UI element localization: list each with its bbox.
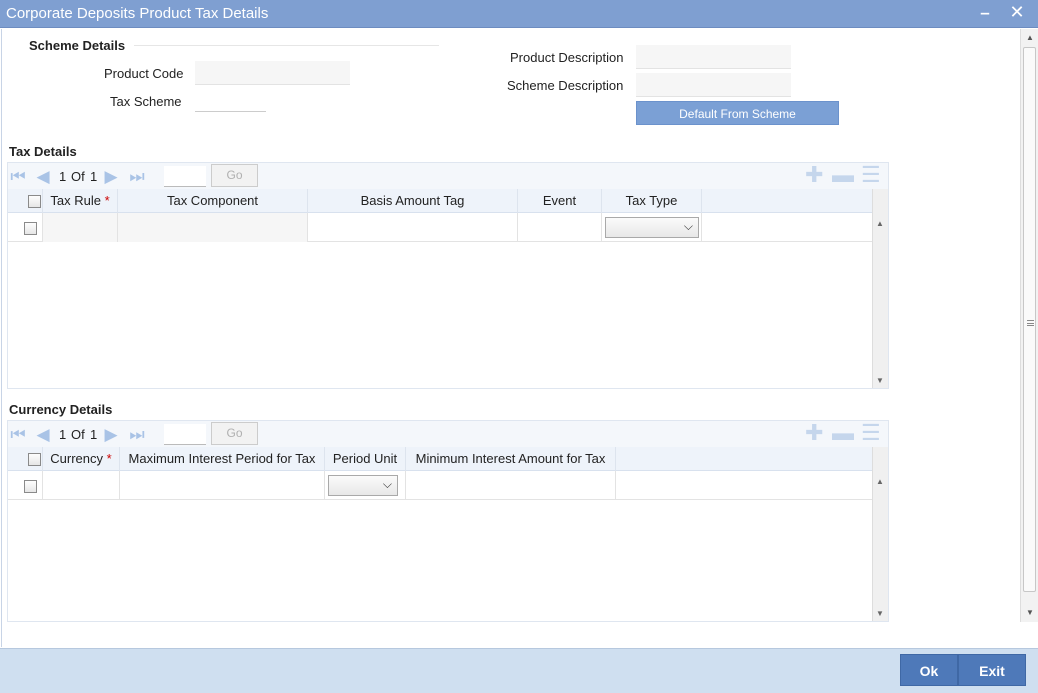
- product-description-field[interactable]: [636, 45, 791, 69]
- first-page-icon[interactable]: ⏮: [8, 425, 28, 445]
- ok-button[interactable]: Ok: [900, 654, 958, 686]
- tax-scheme-field[interactable]: [195, 88, 266, 112]
- tax-details-heading: Tax Details: [9, 144, 77, 159]
- page-number-input[interactable]: [164, 166, 206, 187]
- row-select-cell: [8, 213, 43, 242]
- page-of: Of: [71, 169, 85, 184]
- col-tax-rule: Tax Rule *: [43, 189, 118, 213]
- section-divider: [134, 45, 439, 46]
- tax-grid-navigation: ⏮ ◀ 1 Of 1 ▶ ⏭ Go ✚ ▬ ☰: [8, 163, 888, 189]
- scroll-up-icon[interactable]: ▲: [876, 477, 884, 486]
- first-page-icon[interactable]: ⏮: [8, 167, 28, 187]
- page-number-input[interactable]: [164, 424, 206, 445]
- grip-icon: [1027, 320, 1034, 326]
- minimize-icon[interactable]: –: [978, 3, 992, 23]
- row-select-cell: [8, 471, 43, 500]
- next-page-icon[interactable]: ▶: [101, 425, 121, 445]
- tax-component-cell[interactable]: [118, 213, 308, 242]
- chevron-down-icon: ⌵: [683, 219, 693, 233]
- chevron-down-icon: ⌵: [382, 477, 392, 491]
- product-code-field[interactable]: [195, 61, 350, 85]
- tax-rule-cell[interactable]: [43, 213, 118, 242]
- col-currency: Currency *: [43, 447, 120, 471]
- col-event: Event: [518, 189, 602, 213]
- row-checkbox[interactable]: [24, 480, 37, 493]
- add-row-icon[interactable]: ✚: [805, 164, 823, 186]
- currency-details-heading: Currency Details: [9, 402, 113, 417]
- tax-type-select[interactable]: ⌵: [605, 217, 699, 238]
- tax-type-cell: ⌵: [602, 213, 702, 242]
- col-tax-type: Tax Type: [602, 189, 702, 213]
- col-tax-component: Tax Component: [118, 189, 308, 213]
- title-bar: Corporate Deposits Product Tax Details –…: [0, 0, 1038, 28]
- page-total: 1: [90, 169, 98, 184]
- row-checkbox[interactable]: [24, 222, 37, 235]
- select-all-cell: [8, 447, 43, 471]
- delete-row-icon[interactable]: ▬: [832, 164, 854, 186]
- scroll-up-icon[interactable]: ▲: [1025, 33, 1035, 43]
- currency-cell[interactable]: [43, 471, 120, 500]
- scroll-thumb[interactable]: [1023, 47, 1036, 592]
- go-button[interactable]: Go: [211, 422, 258, 445]
- page-total: 1: [90, 427, 98, 442]
- currency-grid-navigation: ⏮ ◀ 1 Of 1 ▶ ⏭ Go ✚ ▬ ☰: [8, 421, 888, 447]
- select-all-cell: [8, 189, 43, 213]
- col-period-unit: Period Unit: [325, 447, 406, 471]
- window-title: Corporate Deposits Product Tax Details: [6, 5, 269, 22]
- scheme-description-field[interactable]: [636, 73, 791, 97]
- tax-grid-scrollbar[interactable]: ▲ ▼: [872, 189, 888, 388]
- go-button[interactable]: Go: [211, 164, 258, 187]
- single-view-icon[interactable]: ☰: [861, 422, 881, 444]
- table-row: ⌵: [8, 471, 872, 500]
- tax-scheme-label: Tax Scheme: [110, 94, 182, 109]
- col-basis-amount-tag: Basis Amount Tag: [308, 189, 518, 213]
- scroll-down-icon[interactable]: ▼: [876, 376, 884, 385]
- next-page-icon[interactable]: ▶: [101, 167, 121, 187]
- period-unit-select[interactable]: ⌵: [328, 475, 398, 496]
- event-cell[interactable]: [518, 213, 602, 242]
- product-code-label: Product Code: [104, 66, 184, 81]
- scroll-up-icon[interactable]: ▲: [876, 219, 884, 228]
- last-page-icon[interactable]: ⏭: [127, 167, 147, 187]
- close-icon[interactable]: ✕: [1008, 2, 1026, 22]
- page-current: 1: [59, 427, 67, 442]
- page-current: 1: [59, 169, 67, 184]
- scroll-down-icon[interactable]: ▼: [876, 609, 884, 618]
- product-description-label: Product Description: [510, 50, 624, 65]
- scroll-down-icon[interactable]: ▼: [1025, 608, 1035, 618]
- single-view-icon[interactable]: ☰: [861, 164, 881, 186]
- col-max-interest-period: Maximum Interest Period for Tax: [120, 447, 325, 471]
- currency-grid-header: Currency * Maximum Interest Period for T…: [8, 447, 872, 471]
- period-unit-cell: ⌵: [325, 471, 406, 500]
- window-scrollbar[interactable]: ▲ ▼: [1020, 29, 1038, 622]
- min-interest-amount-cell[interactable]: [406, 471, 616, 500]
- tax-details-grid: ⏮ ◀ 1 Of 1 ▶ ⏭ Go ✚ ▬ ☰ Tax Rule * Tax C…: [7, 162, 889, 389]
- max-interest-period-cell[interactable]: [120, 471, 325, 500]
- page-of: Of: [71, 427, 85, 442]
- select-all-checkbox[interactable]: [28, 195, 41, 208]
- prev-page-icon[interactable]: ◀: [33, 425, 53, 445]
- tax-grid-header: Tax Rule * Tax Component Basis Amount Ta…: [8, 189, 872, 213]
- exit-button[interactable]: Exit: [958, 654, 1026, 686]
- last-page-icon[interactable]: ⏭: [127, 425, 147, 445]
- scheme-description-label: Scheme Description: [507, 78, 624, 93]
- delete-row-icon[interactable]: ▬: [832, 422, 854, 444]
- default-from-scheme-button[interactable]: Default From Scheme: [636, 101, 839, 125]
- footer-bar: Ok Exit: [0, 648, 1038, 693]
- currency-grid-scrollbar[interactable]: ▲ ▼: [872, 447, 888, 621]
- add-row-icon[interactable]: ✚: [805, 422, 823, 444]
- basis-amount-tag-cell[interactable]: [308, 213, 518, 242]
- prev-page-icon[interactable]: ◀: [33, 167, 53, 187]
- scheme-details-heading: Scheme Details: [29, 38, 126, 53]
- select-all-checkbox[interactable]: [28, 453, 41, 466]
- col-min-interest-amount: Minimum Interest Amount for Tax: [406, 447, 616, 471]
- table-row: ⌵: [8, 213, 872, 242]
- currency-details-grid: ⏮ ◀ 1 Of 1 ▶ ⏭ Go ✚ ▬ ☰ Currency * Maxim…: [7, 420, 889, 622]
